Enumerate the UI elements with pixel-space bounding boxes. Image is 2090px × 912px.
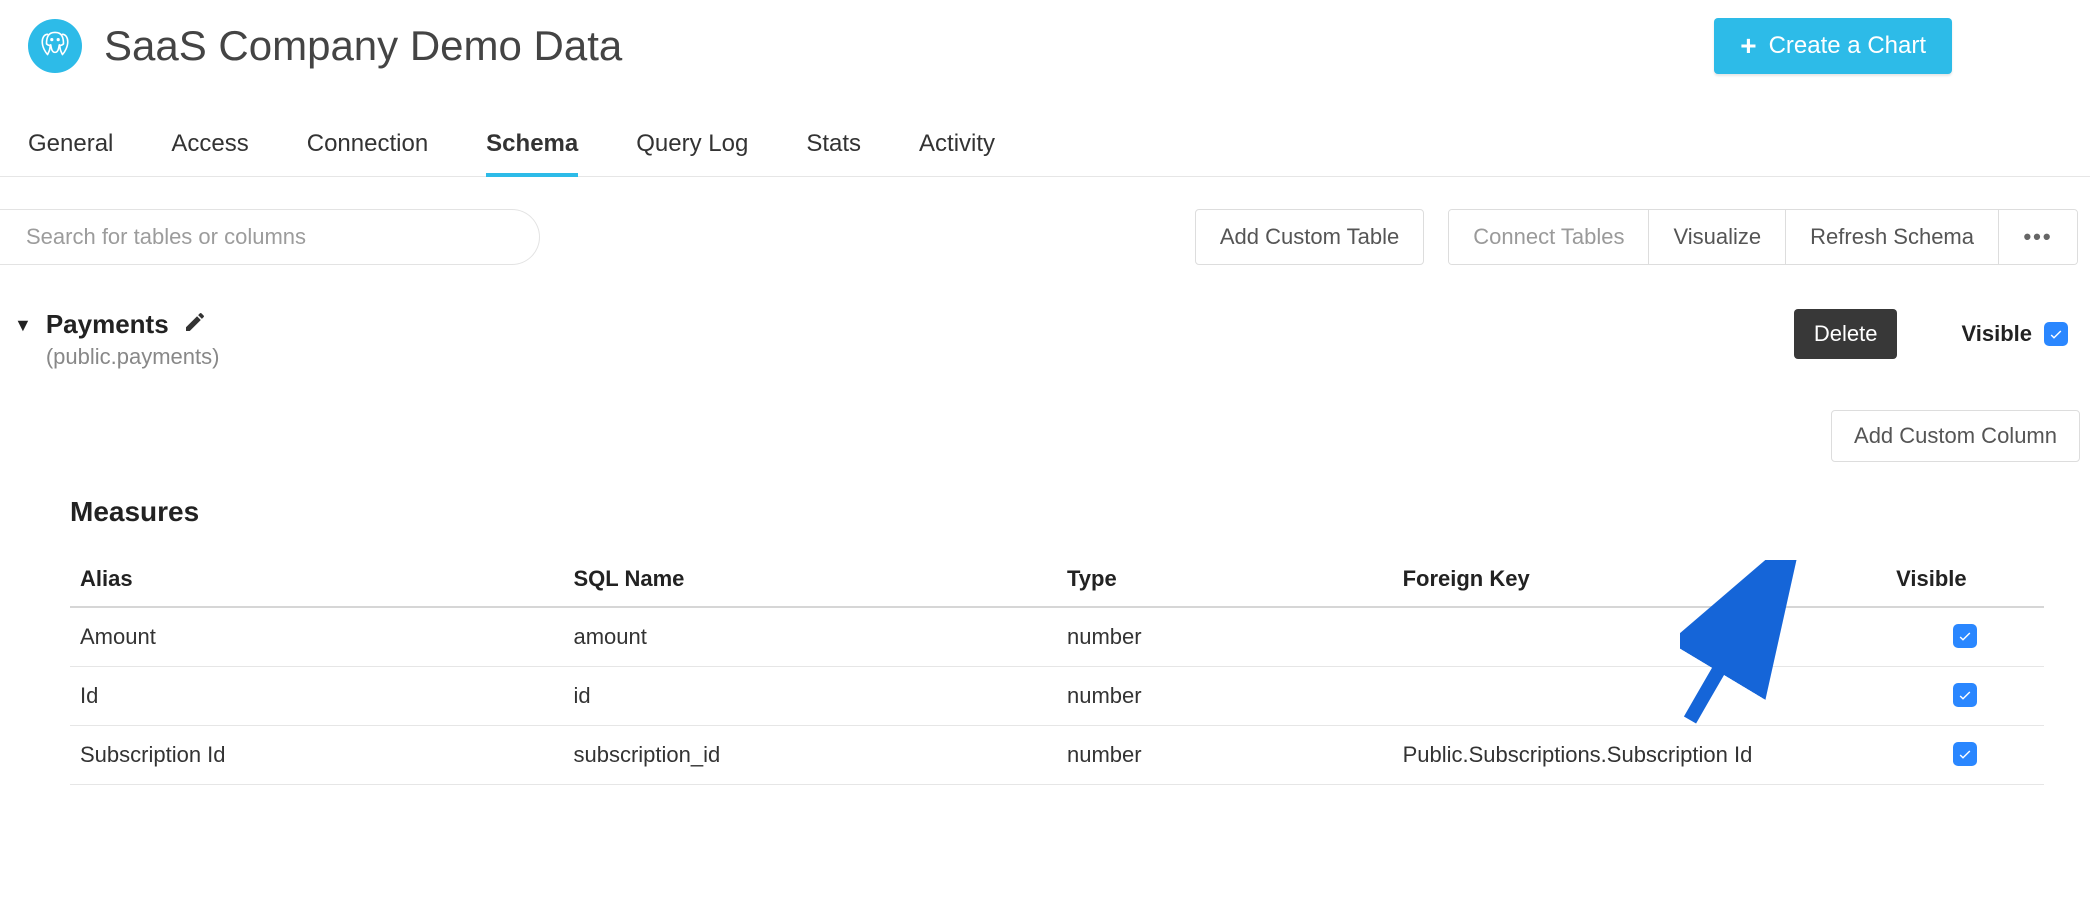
cell-alias: Id: [70, 667, 564, 726]
cell-sql: subscription_id: [564, 726, 1058, 785]
col-header-alias: Alias: [70, 552, 564, 607]
tabs: General Access Connection Schema Query L…: [0, 74, 2090, 177]
toolbar: Add Custom Table Connect Tables Visualiz…: [0, 177, 2090, 265]
cell-sql: id: [564, 667, 1058, 726]
ellipsis-icon: •••: [2023, 224, 2053, 250]
table-row[interactable]: Amountamountnumber: [70, 607, 2044, 667]
page-title: SaaS Company Demo Data: [104, 22, 622, 70]
create-chart-label: Create a Chart: [1769, 32, 1926, 60]
tab-general[interactable]: General: [28, 130, 113, 176]
col-header-fk: Foreign Key: [1393, 552, 1887, 607]
cell-visible: [1886, 607, 2044, 667]
tab-query-log[interactable]: Query Log: [636, 130, 748, 176]
measures-title: Measures: [70, 496, 2044, 528]
tab-access[interactable]: Access: [171, 130, 248, 176]
cell-fk: Public.Subscriptions.Subscription Id: [1393, 726, 1887, 785]
refresh-schema-button[interactable]: Refresh Schema: [1785, 210, 1998, 264]
table-header-row: Alias SQL Name Type Foreign Key Visible: [70, 552, 2044, 607]
cell-visible: [1886, 667, 2044, 726]
tab-stats[interactable]: Stats: [806, 130, 861, 176]
collapse-caret-icon[interactable]: ▼: [14, 315, 32, 336]
col-header-type: Type: [1057, 552, 1393, 607]
tab-schema[interactable]: Schema: [486, 130, 578, 176]
edit-pencil-icon[interactable]: [183, 310, 207, 340]
cell-sql: amount: [564, 607, 1058, 667]
table-row[interactable]: Ididnumber: [70, 667, 2044, 726]
row-visible-checkbox[interactable]: [1953, 624, 1977, 648]
table-title: Payments: [46, 309, 169, 340]
row-visible-checkbox[interactable]: [1953, 683, 1977, 707]
cell-fk: [1393, 667, 1887, 726]
cell-type: number: [1057, 607, 1393, 667]
table-visible-checkbox[interactable]: [2044, 322, 2068, 346]
plus-icon: +: [1740, 32, 1756, 60]
row-visible-checkbox[interactable]: [1953, 742, 1977, 766]
cell-fk: [1393, 607, 1887, 667]
table-row[interactable]: Subscription Idsubscription_idnumberPubl…: [70, 726, 2044, 785]
cell-type: number: [1057, 726, 1393, 785]
tab-activity[interactable]: Activity: [919, 130, 995, 176]
cell-visible: [1886, 726, 2044, 785]
add-custom-column-button[interactable]: Add Custom Column: [1831, 410, 2080, 462]
cell-type: number: [1057, 667, 1393, 726]
header: SaaS Company Demo Data + Create a Chart: [0, 0, 2090, 74]
connect-tables-button[interactable]: Connect Tables: [1449, 210, 1648, 264]
table-section-header: ▼ Payments (public.payments) Delete Visi…: [0, 265, 2090, 370]
col-header-visible: Visible: [1886, 552, 2044, 607]
table-subtitle: (public.payments): [46, 344, 220, 370]
measures-table: Alias SQL Name Type Foreign Key Visible …: [70, 552, 2044, 785]
more-actions-button[interactable]: •••: [1998, 210, 2077, 264]
delete-table-button[interactable]: Delete: [1794, 309, 1898, 359]
col-header-sql: SQL Name: [564, 552, 1058, 607]
schema-actions-group: Connect Tables Visualize Refresh Schema …: [1448, 209, 2078, 265]
create-chart-button[interactable]: + Create a Chart: [1714, 18, 1952, 74]
table-visible-label: Visible: [1961, 321, 2032, 347]
add-custom-table-button[interactable]: Add Custom Table: [1195, 209, 1424, 265]
tab-connection[interactable]: Connection: [307, 130, 428, 176]
cell-alias: Subscription Id: [70, 726, 564, 785]
measures-section: Measures Alias SQL Name Type Foreign Key…: [0, 462, 2090, 785]
search-input[interactable]: [0, 209, 540, 265]
visualize-button[interactable]: Visualize: [1648, 210, 1785, 264]
postgres-logo-icon: [28, 19, 82, 73]
cell-alias: Amount: [70, 607, 564, 667]
